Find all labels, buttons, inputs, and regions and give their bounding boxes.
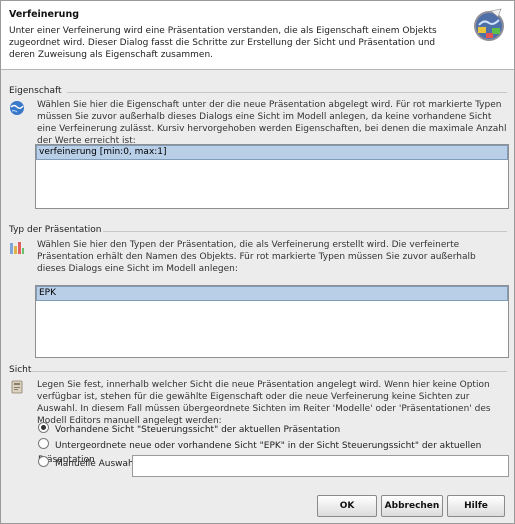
radio-option-existing-view[interactable]: Vorhandene Sicht "Steuerungssicht" der a…	[38, 422, 340, 436]
manual-selection-field[interactable]	[132, 455, 509, 477]
dialog-title: Verfeinerung	[9, 9, 80, 20]
presentation-type-list[interactable]: EPK	[35, 285, 509, 358]
section-eigenschaft-label: Eigenschaft	[9, 86, 62, 96]
help-button[interactable]: Hilfe	[447, 495, 505, 517]
section-sicht-label: Sicht	[9, 365, 32, 375]
section-typ-text: Wählen Sie hier den Typen der Präsentati…	[37, 240, 476, 274]
list-item[interactable]: EPK	[36, 286, 508, 301]
cancel-button[interactable]: Abbrechen	[381, 495, 443, 517]
eigenschaft-list[interactable]: verfeinerung [min:0, max:1]	[35, 144, 509, 209]
presentation-type-icon	[10, 242, 24, 254]
globe-icon	[10, 101, 24, 115]
section-eigenschaft-text: Wählen Sie hier die Eigenschaft unter de…	[37, 100, 507, 146]
section-typ-label: Typ der Präsentation	[9, 225, 102, 235]
ok-button[interactable]: OK	[317, 495, 377, 517]
section-sicht-text: Legen Sie fest, innerhalb welcher Sicht …	[37, 380, 491, 426]
separator	[31, 371, 507, 372]
view-icon	[11, 380, 23, 394]
separator	[103, 231, 507, 232]
wizard-globe-icon	[474, 8, 504, 41]
radio-button-selected[interactable]	[38, 422, 49, 433]
separator	[67, 92, 507, 93]
radio-label: Manuelle Auswahl	[55, 459, 137, 469]
dialog-description: Unter einer Verfeinerung wird eine Präse…	[9, 26, 437, 60]
radio-option-manual[interactable]: Manuelle Auswahl	[38, 456, 136, 470]
dialog-header: Verfeinerung Unter einer Verfeinerung wi…	[1, 1, 514, 70]
radio-button[interactable]	[38, 456, 49, 467]
radio-option-sub-view[interactable]: Untergeordnete neue oder vorhandene Sich…	[38, 438, 514, 465]
list-item[interactable]: verfeinerung [min:0, max:1]	[36, 145, 508, 160]
radio-button[interactable]	[38, 438, 49, 449]
radio-label: Vorhandene Sicht "Steuerungssicht" der a…	[55, 425, 341, 435]
dialog-window: Verfeinerung Unter einer Verfeinerung wi…	[0, 0, 515, 524]
